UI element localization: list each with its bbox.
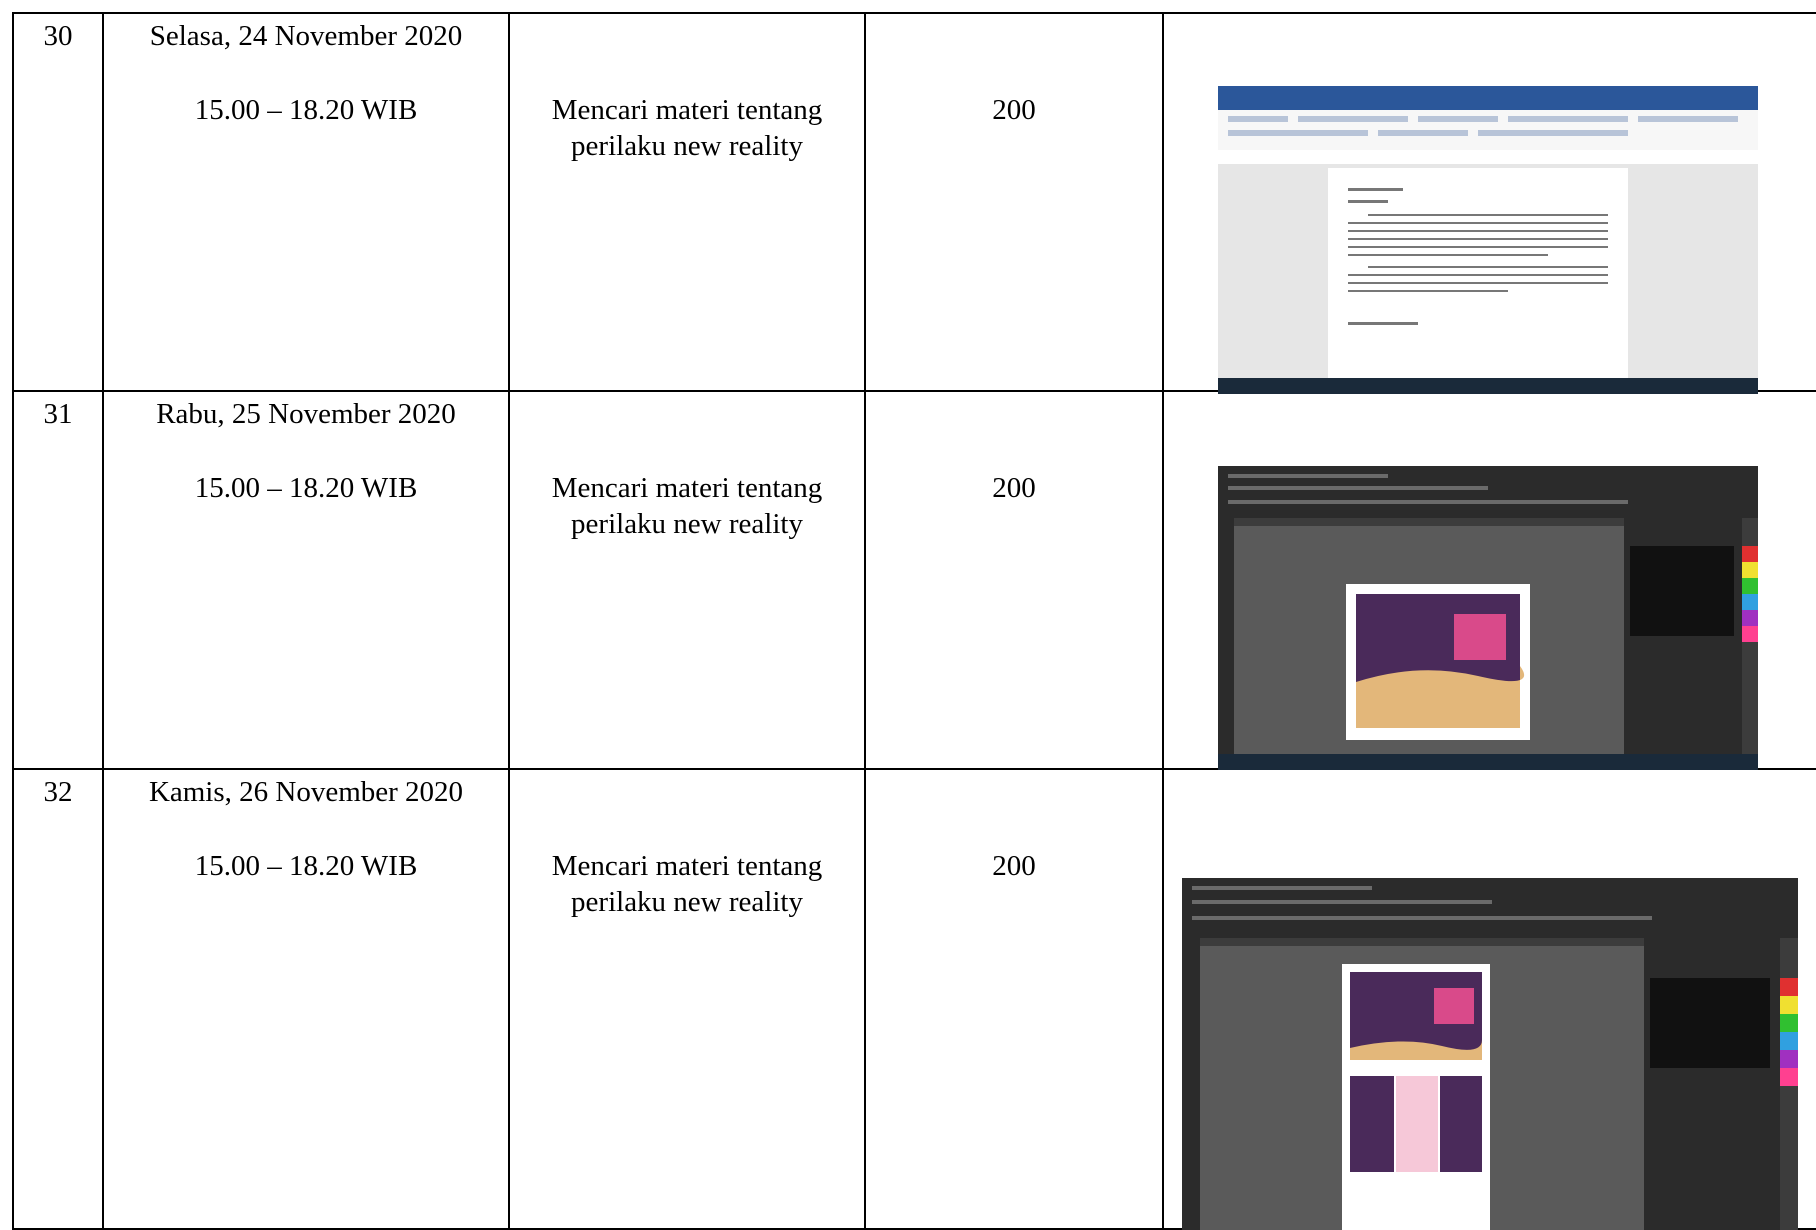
row-time: 15.00 – 18.20 WIB xyxy=(194,94,418,126)
corel-brochure-pages-screenshot-icon xyxy=(1182,878,1798,1230)
table-row: 31 Rabu, 25 November 2020 15.00 – 18.20 … xyxy=(12,390,1816,770)
row-number-cell: 30 xyxy=(12,12,104,392)
date-cell: Rabu, 25 November 2020 15.00 – 18.20 WIB xyxy=(102,390,510,770)
word-document-screenshot-icon xyxy=(1218,86,1758,394)
row-number-cell: 32 xyxy=(12,768,104,1230)
table-row: 30 Selasa, 24 November 2020 15.00 – 18.2… xyxy=(12,12,1816,394)
row-number: 31 xyxy=(43,398,73,430)
activity-cell: Mencari materi tentang perilaku new real… xyxy=(508,390,866,770)
activity-cell: Mencari materi tentang perilaku new real… xyxy=(508,12,866,392)
table-row: 32 Kamis, 26 November 2020 15.00 – 18.20… xyxy=(12,768,1816,1230)
row-activity: Mencari materi tentang perilaku new real… xyxy=(551,472,823,540)
row-activity: Mencari materi tentang perilaku new real… xyxy=(551,94,823,162)
row-time: 15.00 – 18.20 WIB xyxy=(194,850,418,882)
count-cell: 200 xyxy=(864,768,1164,1230)
row-count: 200 xyxy=(992,850,1036,882)
date-cell: Kamis, 26 November 2020 15.00 – 18.20 WI… xyxy=(102,768,510,1230)
row-activity: Mencari materi tentang perilaku new real… xyxy=(551,850,823,918)
row-date: Rabu, 25 November 2020 xyxy=(156,398,456,430)
count-cell: 200 xyxy=(864,12,1164,392)
screenshot-cell xyxy=(1162,390,1816,770)
activity-log-table: 30 Selasa, 24 November 2020 15.00 – 18.2… xyxy=(12,12,1816,1230)
row-count: 200 xyxy=(992,94,1036,126)
row-time: 15.00 – 18.20 WIB xyxy=(194,472,418,504)
activity-cell: Mencari materi tentang perilaku new real… xyxy=(508,768,866,1230)
date-cell: Selasa, 24 November 2020 15.00 – 18.20 W… xyxy=(102,12,510,392)
screenshot-cell xyxy=(1162,12,1816,394)
screenshot-cell xyxy=(1162,768,1816,1230)
row-number-cell: 31 xyxy=(12,390,104,770)
row-date: Selasa, 24 November 2020 xyxy=(149,20,463,52)
row-number: 30 xyxy=(43,20,73,52)
count-cell: 200 xyxy=(864,390,1164,770)
row-date: Kamis, 26 November 2020 xyxy=(148,776,464,808)
corel-brochure-screenshot-icon xyxy=(1218,466,1758,770)
row-number: 32 xyxy=(43,776,73,808)
row-count: 200 xyxy=(992,472,1036,504)
